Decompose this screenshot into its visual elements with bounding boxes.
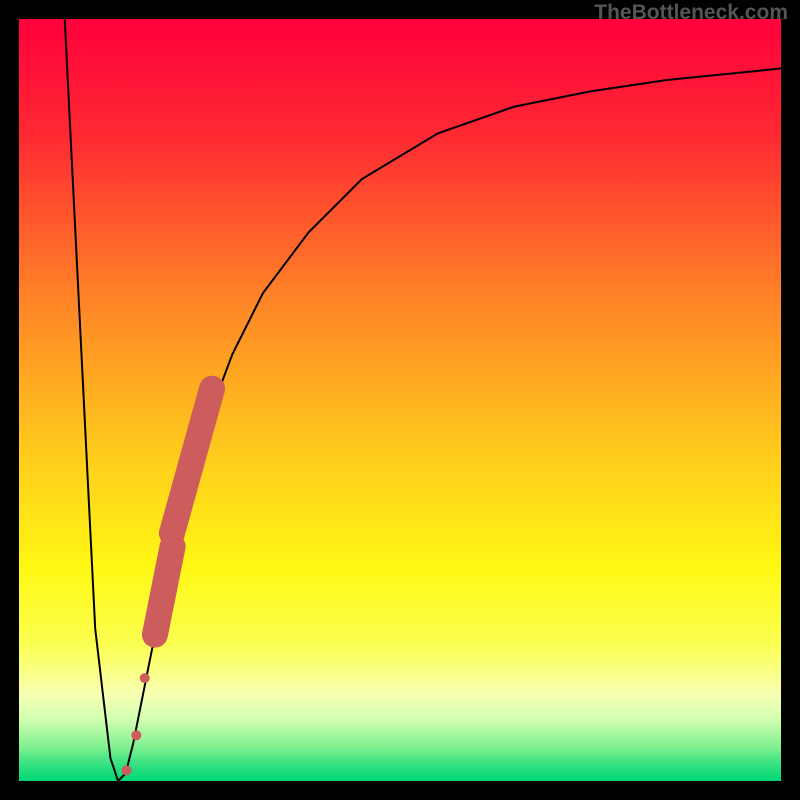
chart-container: TheBottleneck.com bbox=[0, 0, 800, 800]
plot-area bbox=[19, 19, 781, 781]
gradient-background bbox=[19, 19, 781, 781]
marker-dot bbox=[140, 673, 150, 683]
marker-dot bbox=[131, 730, 141, 740]
marker-dot bbox=[121, 765, 131, 775]
chart-svg bbox=[19, 19, 781, 781]
watermark-text: TheBottleneck.com bbox=[594, 1, 788, 25]
marker-capsule bbox=[155, 546, 173, 634]
